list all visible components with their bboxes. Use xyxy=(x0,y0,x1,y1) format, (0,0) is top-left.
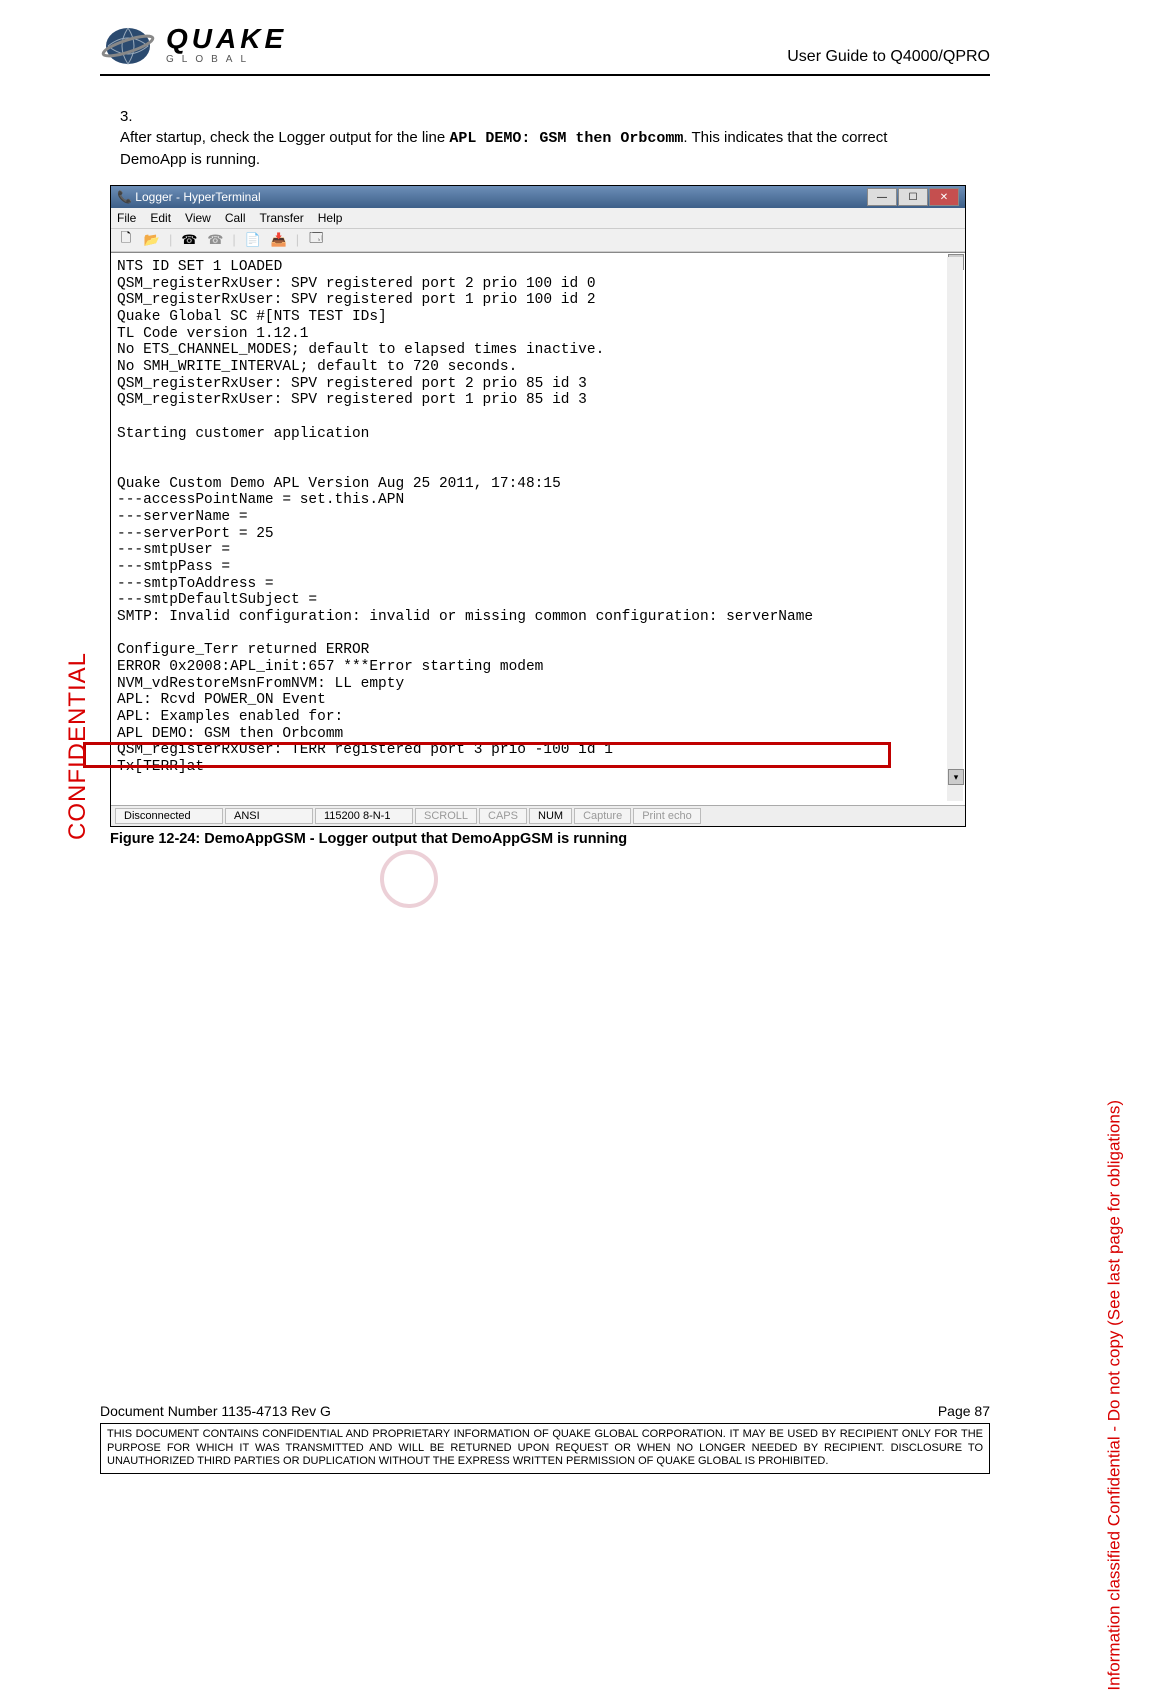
window-titlebar: 📞 Logger - HyperTerminal — ☐ ✕ xyxy=(111,186,965,208)
open-icon[interactable]: 📂 xyxy=(143,232,161,248)
properties-icon[interactable]: 🗔 xyxy=(307,232,325,248)
window-title: Logger - HyperTerminal xyxy=(135,190,260,204)
terminal-output[interactable]: NTS ID SET 1 LOADED QSM_registerRxUser: … xyxy=(113,257,963,801)
document-title: User Guide to Q4000/QPRO xyxy=(787,48,990,70)
globe-icon xyxy=(100,20,160,70)
legal-notice: THIS DOCUMENT CONTAINS CONFIDENTIAL AND … xyxy=(100,1423,990,1474)
document-number: Document Number 1135-4713 Rev G xyxy=(100,1403,331,1419)
status-capture: Capture xyxy=(574,808,631,824)
step-text-a: After startup, check the Logger output f… xyxy=(120,129,449,146)
menu-help[interactable]: Help xyxy=(318,211,343,225)
page-number: Page 87 xyxy=(938,1403,990,1419)
toolbar: 🗋 📂 | ☎ ☎ | 📄 📥 | 🗔 xyxy=(111,229,965,252)
watermark-classification: Information classified Confidential - Do… xyxy=(1105,1100,1125,1691)
highlight-rect xyxy=(83,742,891,768)
close-button[interactable]: ✕ xyxy=(929,188,959,206)
status-mode: ANSI xyxy=(225,808,313,824)
screenshot-figure: 📞 Logger - HyperTerminal — ☐ ✕ File Edit… xyxy=(110,185,966,827)
status-num: NUM xyxy=(529,808,572,824)
status-baud: 115200 8-N-1 xyxy=(315,808,413,824)
send-icon[interactable]: 📄 xyxy=(244,232,262,248)
app-icon: 📞 xyxy=(117,190,132,204)
status-print: Print echo xyxy=(633,808,701,824)
status-caps: CAPS xyxy=(479,808,527,824)
logo-text-main: QUAKE xyxy=(166,25,287,53)
new-icon[interactable]: 🗋 xyxy=(117,232,135,248)
receive-icon[interactable]: 📥 xyxy=(270,232,288,248)
menu-view[interactable]: View xyxy=(185,211,211,225)
page-footer: Document Number 1135-4713 Rev G Page 87 … xyxy=(100,1403,990,1474)
step-number: 3. xyxy=(120,106,148,127)
menu-edit[interactable]: Edit xyxy=(150,211,171,225)
terminal-area: ▴ NTS ID SET 1 LOADED QSM_registerRxUser… xyxy=(111,252,965,805)
menu-file[interactable]: File xyxy=(117,211,136,225)
scroll-down-icon[interactable]: ▾ xyxy=(948,769,964,785)
figure-caption: Figure 12-24: DemoAppGSM - Logger output… xyxy=(110,831,980,847)
menubar: File Edit View Call Transfer Help xyxy=(111,208,965,229)
logo: QUAKE GLOBAL xyxy=(100,20,287,70)
statusbar: Disconnected ANSI 115200 8-N-1 SCROLL CA… xyxy=(111,805,965,826)
approval-stamp xyxy=(378,848,441,911)
watermark-confidential: CONFIDENTIAL xyxy=(64,652,92,840)
page-header: QUAKE GLOBAL User Guide to Q4000/QPRO xyxy=(100,20,990,76)
step-code: APL DEMO: GSM then Orbcomm xyxy=(449,130,683,147)
status-connection: Disconnected xyxy=(115,808,223,824)
logo-text-sub: GLOBAL xyxy=(166,55,287,65)
step-3: 3. After startup, check the Logger outpu… xyxy=(120,106,960,170)
minimize-button[interactable]: — xyxy=(867,188,897,206)
maximize-button[interactable]: ☐ xyxy=(898,188,928,206)
status-scroll: SCROLL xyxy=(415,808,477,824)
menu-call[interactable]: Call xyxy=(225,211,246,225)
menu-transfer[interactable]: Transfer xyxy=(260,211,304,225)
disconnect-icon[interactable]: ☎ xyxy=(206,232,224,248)
connect-icon[interactable]: ☎ xyxy=(180,232,198,248)
